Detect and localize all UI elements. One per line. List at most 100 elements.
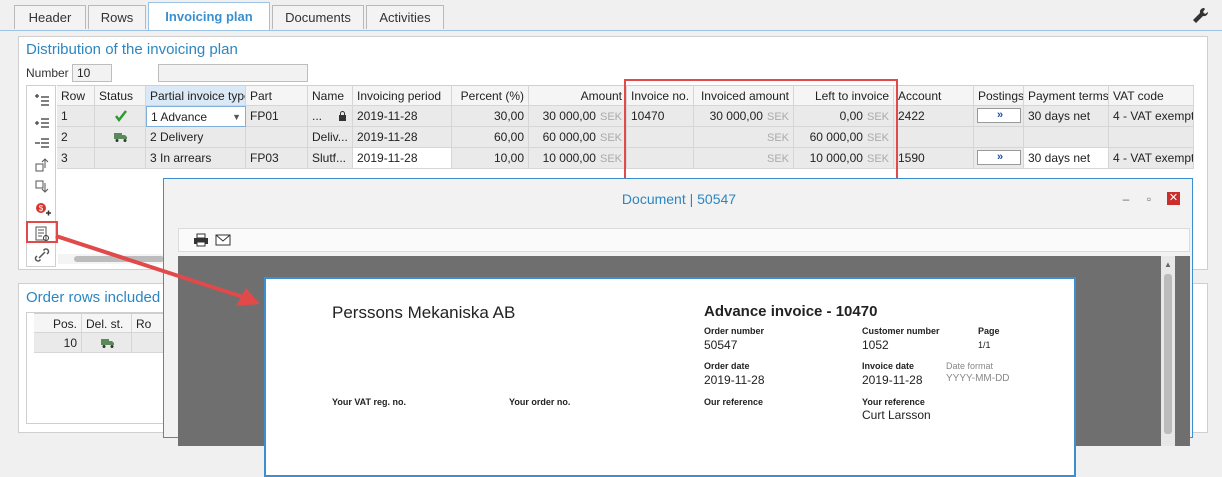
- order-date-label: Order date: [704, 361, 750, 371]
- order-number-value: 50547: [704, 338, 738, 352]
- cell-part[interactable]: FP03: [246, 148, 308, 169]
- document-toolbar: [178, 228, 1190, 252]
- cell-invoicing-period[interactable]: 2019-11-28: [353, 127, 452, 148]
- cell-ro[interactable]: [132, 333, 166, 353]
- cell-payment-terms[interactable]: 30 days net: [1024, 106, 1109, 127]
- document-vertical-scrollbar[interactable]: ▲: [1161, 256, 1175, 446]
- cell-name-text: ...: [312, 109, 323, 123]
- insert-row-above-icon[interactable]: [33, 92, 51, 110]
- cell-part[interactable]: [246, 127, 308, 148]
- our-reference-label: Our reference: [704, 397, 764, 407]
- col-header-row[interactable]: Row: [57, 85, 95, 106]
- cell-row[interactable]: 2: [57, 127, 95, 148]
- col-header-payment-terms[interactable]: Payment terms: [1024, 85, 1109, 106]
- vat-reg-label: Your VAT reg. no.: [332, 397, 406, 407]
- cell-vat-code[interactable]: [1109, 127, 1194, 148]
- col-header-percent[interactable]: Percent (%): [452, 85, 529, 106]
- cell-part[interactable]: FP01: [246, 106, 308, 127]
- col-header-invoicing-period[interactable]: Invoicing period: [353, 85, 452, 106]
- cell-payment-terms[interactable]: 30 days net: [1024, 148, 1109, 169]
- partial-invoice-type-value: 1 Advance: [151, 110, 208, 124]
- cell-pos[interactable]: 10: [34, 333, 82, 353]
- tab-rows[interactable]: Rows: [88, 5, 146, 29]
- cell-amount[interactable]: 30 000,00 SEK: [529, 106, 627, 127]
- cell-percent[interactable]: 60,00: [452, 127, 529, 148]
- amount-value: 10 000,00: [542, 151, 596, 165]
- cell-status[interactable]: [95, 127, 146, 148]
- cell-name[interactable]: Slutf...: [308, 148, 353, 169]
- close-icon[interactable]: ✕: [1167, 192, 1180, 205]
- cell-status[interactable]: [95, 148, 146, 169]
- currency-label: SEK: [599, 132, 622, 144]
- cell-account[interactable]: [894, 127, 974, 148]
- company-name: Perssons Mekaniska AB: [332, 303, 516, 322]
- maximize-icon[interactable]: ▫: [1142, 193, 1156, 205]
- cell-invoicing-period[interactable]: 2019-11-28: [353, 106, 452, 127]
- cell-postings[interactable]: [974, 127, 1024, 148]
- col-header-part[interactable]: Part: [246, 85, 308, 106]
- cell-amount[interactable]: 10 000,00 SEK: [529, 148, 627, 169]
- document-window-title: Document | 50547: [621, 191, 737, 207]
- cell-status[interactable]: [95, 106, 146, 127]
- tab-invoicing-plan[interactable]: Invoicing plan: [148, 2, 270, 31]
- cell-invoicing-period[interactable]: 2019-11-28: [353, 148, 452, 169]
- tab-bar: Header Rows Invoicing plan Documents Act…: [0, 0, 1222, 31]
- cell-amount[interactable]: 60 000,00 SEK: [529, 127, 627, 148]
- cell-vat-code[interactable]: 4 - VAT exempt: [1109, 106, 1194, 127]
- tab-header[interactable]: Header: [14, 5, 86, 29]
- col-header-amount[interactable]: Amount: [529, 85, 627, 106]
- insert-row-below-icon[interactable]: [33, 114, 51, 132]
- minimize-icon[interactable]: –: [1119, 193, 1133, 205]
- col-header-vat-code[interactable]: VAT code: [1109, 85, 1194, 106]
- amount-value: 60 000,00: [542, 130, 596, 144]
- cell-row[interactable]: 3: [57, 148, 95, 169]
- col-header-status[interactable]: Status: [95, 85, 146, 106]
- cell-name[interactable]: ...: [308, 106, 353, 127]
- your-order-label: Your order no.: [509, 397, 571, 407]
- cell-percent[interactable]: 30,00: [452, 106, 529, 127]
- move-up-icon[interactable]: [33, 156, 51, 174]
- postings-button[interactable]: »: [977, 150, 1021, 165]
- customer-number-label: Customer number: [862, 326, 940, 336]
- postings-button[interactable]: »: [977, 108, 1021, 123]
- number-label: Number: [26, 66, 69, 80]
- link-icon[interactable]: [33, 246, 51, 264]
- cell-partial-invoice-type[interactable]: 3 In arrears: [146, 148, 246, 169]
- invoice-columns-highlight-box: [624, 79, 898, 180]
- invoicing-plan-title: Distribution of the invoicing plan: [26, 41, 238, 58]
- col-header-postings[interactable]: Postings: [974, 85, 1024, 106]
- move-down-icon[interactable]: [33, 178, 51, 196]
- wrench-icon[interactable]: [1190, 6, 1210, 26]
- cell-partial-invoice-type[interactable]: 2 Delivery: [146, 127, 246, 148]
- delivery-truck-icon: [101, 339, 114, 348]
- document-preview-area: Perssons Mekaniska AB Advance invoice - …: [178, 256, 1190, 477]
- cell-postings: »: [974, 148, 1024, 169]
- chevron-down-icon[interactable]: ▼: [232, 107, 241, 126]
- col-header-account[interactable]: Account: [894, 85, 974, 106]
- cell-account[interactable]: 2422: [894, 106, 974, 127]
- col-header-name[interactable]: Name: [308, 85, 353, 106]
- cell-vat-code[interactable]: 4 - VAT exempt: [1109, 148, 1194, 169]
- lock-icon: [339, 111, 346, 121]
- tab-activities[interactable]: Activities: [366, 5, 444, 29]
- plan-description-field[interactable]: [158, 64, 308, 82]
- invoice-document-title: Advance invoice - 10470: [704, 303, 878, 320]
- currency-label: SEK: [599, 153, 622, 165]
- cell-percent[interactable]: 10,00: [452, 148, 529, 169]
- delete-row-icon[interactable]: [33, 134, 51, 152]
- cell-del-st[interactable]: [82, 333, 132, 353]
- add-amount-icon[interactable]: $: [33, 200, 51, 218]
- tab-documents[interactable]: Documents: [272, 5, 364, 29]
- document-window: Document | 50547 – ▫ ✕ Perssons Mekanisk…: [163, 178, 1193, 477]
- cell-name[interactable]: Deliv...: [308, 127, 353, 148]
- svg-text:$: $: [39, 204, 44, 213]
- cell-payment-terms[interactable]: [1024, 127, 1109, 148]
- scroll-up-icon[interactable]: ▲: [1164, 260, 1172, 269]
- scrollbar-thumb[interactable]: [1164, 274, 1172, 434]
- cell-row[interactable]: 1: [57, 106, 95, 127]
- col-header-partial-invoice-type[interactable]: Partial invoice type: [146, 85, 246, 106]
- number-field[interactable]: 10: [72, 64, 112, 82]
- cell-account[interactable]: 1590: [894, 148, 974, 169]
- partial-invoice-type-select[interactable]: 1 Advance ▼: [146, 106, 246, 127]
- checkmark-icon: [115, 110, 127, 123]
